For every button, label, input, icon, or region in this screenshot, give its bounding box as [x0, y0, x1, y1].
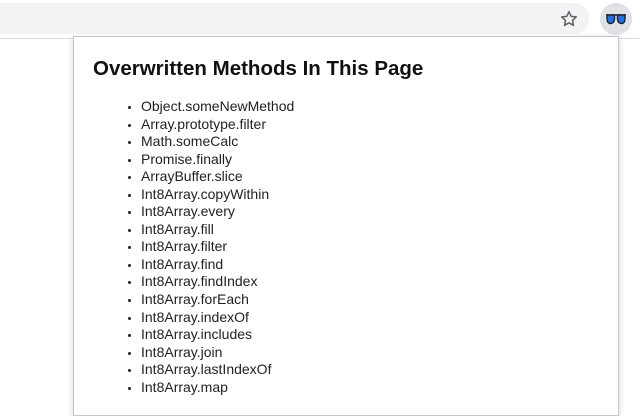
overwritten-methods-list: Object.someNewMethod Array.prototype.fil… [74, 98, 294, 396]
extension-button[interactable] [600, 3, 632, 35]
popup-title: Overwritten Methods In This Page [93, 57, 424, 80]
method-list-item: Math.someCalc [141, 133, 294, 151]
method-list-item: Int8Array.every [141, 203, 294, 221]
glasses-icon [605, 13, 627, 25]
method-list-item: Int8Array.filter [141, 238, 294, 256]
extension-popup: Overwritten Methods In This Page Object.… [73, 36, 619, 416]
address-bar[interactable] [0, 3, 589, 34]
bookmark-star-icon[interactable] [558, 8, 580, 30]
method-list-item: Int8Array.map [141, 379, 294, 397]
method-list-item: Int8Array.copyWithin [141, 186, 294, 204]
method-list-item: Int8Array.indexOf [141, 309, 294, 327]
method-list-item: Object.someNewMethod [141, 98, 294, 116]
method-list-item: Int8Array.fill [141, 221, 294, 239]
method-list-item: ArrayBuffer.slice [141, 168, 294, 186]
method-list-item: Int8Array.lastIndexOf [141, 361, 294, 379]
method-list-item: Array.prototype.filter [141, 116, 294, 134]
method-list-item: Int8Array.includes [141, 326, 294, 344]
method-list-item: Int8Array.findIndex [141, 273, 294, 291]
method-list-item: Int8Array.join [141, 344, 294, 362]
method-list-item: Int8Array.forEach [141, 291, 294, 309]
method-list-item: Promise.finally [141, 151, 294, 169]
browser-toolbar [0, 0, 640, 39]
method-list-item: Int8Array.find [141, 256, 294, 274]
